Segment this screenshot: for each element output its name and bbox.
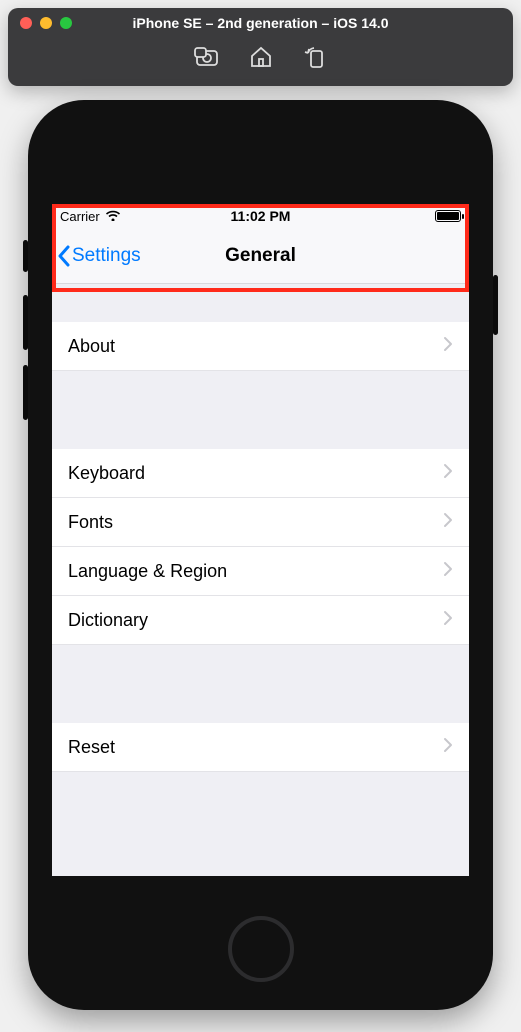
simulator-titlebar: iPhone SE – 2nd generation – iOS 14.0 — [8, 8, 513, 38]
list-item[interactable]: Dictionary — [52, 596, 469, 645]
device-screen: Carrier 11:02 PM Settings General About K… — [52, 204, 469, 876]
list-item[interactable]: Fonts — [52, 498, 469, 547]
simulator-toolbar — [8, 38, 513, 80]
list-item-label: About — [68, 336, 115, 357]
chevron-right-icon — [443, 463, 453, 484]
chevron-right-icon — [443, 610, 453, 631]
list-item[interactable]: Language & Region — [52, 547, 469, 596]
list-item-label: Fonts — [68, 512, 113, 533]
list-item-label: Dictionary — [68, 610, 148, 631]
chevron-right-icon — [443, 336, 453, 357]
battery-icon — [435, 210, 461, 222]
back-button[interactable]: Settings — [52, 245, 141, 267]
group-spacer — [52, 645, 469, 723]
clock-label: 11:02 PM — [52, 208, 469, 224]
list-item[interactable]: Keyboard — [52, 449, 469, 498]
screenshot-button[interactable] — [194, 44, 220, 70]
volume-up-button[interactable] — [23, 295, 28, 350]
status-bar: Carrier 11:02 PM — [52, 204, 469, 228]
window-close-button[interactable] — [20, 17, 32, 29]
simulator-window: iPhone SE – 2nd generation – iOS 14.0 — [8, 8, 513, 86]
settings-list: About Keyboard Fonts Language & Region Dicti… — [52, 284, 469, 772]
list-item[interactable]: Reset — [52, 723, 469, 772]
back-button-label: Settings — [72, 245, 141, 267]
mute-switch[interactable] — [23, 240, 28, 272]
navigation-bar: Settings General — [52, 228, 469, 284]
chevron-right-icon — [443, 737, 453, 758]
list-item-label: Language & Region — [68, 561, 227, 582]
window-controls — [20, 17, 72, 29]
power-button[interactable] — [493, 275, 498, 335]
group-spacer — [52, 371, 469, 449]
list-item-label: Reset — [68, 737, 115, 758]
device-home-button[interactable] — [228, 916, 294, 982]
chevron-right-icon — [443, 561, 453, 582]
window-minimize-button[interactable] — [40, 17, 52, 29]
chevron-right-icon — [443, 512, 453, 533]
group-spacer — [52, 284, 469, 322]
home-button[interactable] — [248, 44, 274, 70]
list-item-label: Keyboard — [68, 463, 145, 484]
list-item[interactable]: About — [52, 322, 469, 371]
window-zoom-button[interactable] — [60, 17, 72, 29]
volume-down-button[interactable] — [23, 365, 28, 420]
simulator-title: iPhone SE – 2nd generation – iOS 14.0 — [8, 15, 513, 31]
rotate-button[interactable] — [302, 44, 328, 70]
device-frame: Carrier 11:02 PM Settings General About K… — [28, 100, 493, 1010]
